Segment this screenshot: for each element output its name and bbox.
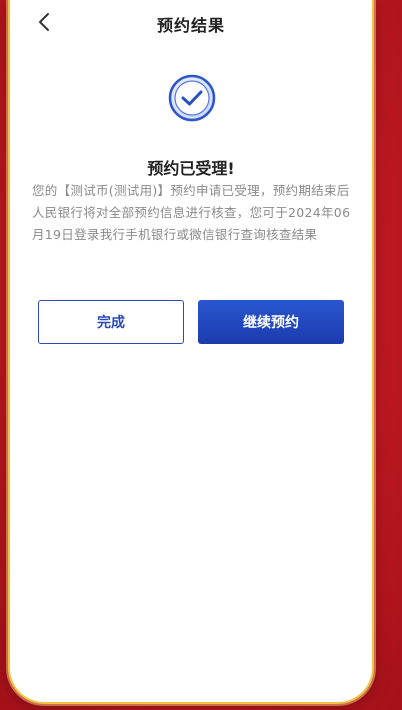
continue-booking-label: 继续预约 xyxy=(243,315,299,331)
continue-booking-button[interactable]: 继续预约 xyxy=(198,300,344,344)
done-button[interactable]: 完成 xyxy=(38,300,184,344)
result-description: 您的【测试币(测试用)】预约申请已受理，预约期结束后人民银行将对全部预约信息进行… xyxy=(32,183,351,242)
status-title: 预约已受理! xyxy=(147,159,235,178)
check-circle-icon xyxy=(168,74,216,122)
back-button[interactable] xyxy=(32,12,56,36)
done-button-label: 完成 xyxy=(97,315,125,331)
chevron-left-icon xyxy=(38,12,50,36)
phone-screen: 预约结果 预约已受理! 您的【测试币(测试用)】预约申请已受理，预约期结束后人民… xyxy=(10,0,372,702)
page-background: 预约结果 预约已受理! 您的【测试币(测试用)】预约申请已受理，预约期结束后人民… xyxy=(0,0,402,710)
header-bar: 预约结果 xyxy=(10,0,372,48)
page-title: 预约结果 xyxy=(156,16,225,35)
